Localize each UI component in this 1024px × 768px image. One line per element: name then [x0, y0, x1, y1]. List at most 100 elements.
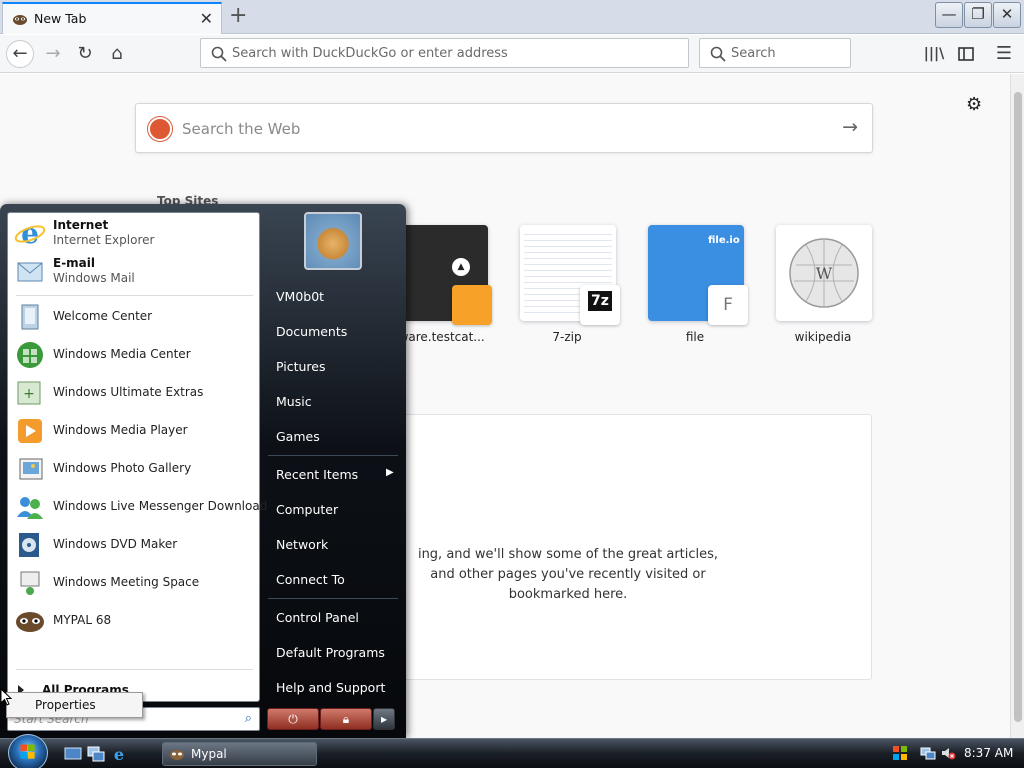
start-right-documents[interactable]: Documents: [276, 324, 347, 339]
start-item-ultimate-extras[interactable]: + Windows Ultimate Extras: [12, 375, 256, 411]
clock[interactable]: 8:37 AM: [964, 746, 1013, 760]
forward-button[interactable]: →: [39, 40, 67, 68]
mypal-icon: [170, 750, 184, 760]
start-right-music[interactable]: Music: [276, 394, 312, 409]
svg-text:e: e: [114, 745, 124, 763]
url-bar-placeholder: Search with DuckDuckGo or enter address: [232, 46, 508, 61]
start-item-meeting-space[interactable]: Windows Meeting Space: [12, 565, 256, 601]
start-item-mypal[interactable]: MYPAL 68: [12, 603, 256, 639]
search-bar-placeholder: Search: [731, 46, 776, 61]
start-item-email[interactable]: E-mail Windows Mail: [12, 253, 256, 289]
top-site-label: file: [685, 330, 705, 344]
vertical-scrollbar[interactable]: [1010, 74, 1024, 738]
start-menu: e Internet Internet Explorer E-mail Wind…: [0, 204, 406, 738]
start-item-dvd-maker[interactable]: Windows DVD Maker: [12, 527, 256, 563]
windows-update-icon[interactable]: [892, 745, 908, 761]
media-player-icon: [18, 419, 42, 443]
dvd-maker-icon: [19, 533, 39, 557]
chevron-right-icon: ▶: [386, 467, 394, 478]
mypal-icon: [16, 612, 44, 632]
messenger-icon: [17, 497, 43, 519]
start-right-user[interactable]: VM0b0t: [276, 289, 324, 304]
close-window-button[interactable]: ✕: [993, 2, 1021, 28]
show-desktop-icon[interactable]: [64, 745, 82, 763]
highlights-empty-message: ing, and we'll show some of the great ar…: [417, 547, 719, 602]
context-menu: Properties: [6, 692, 143, 718]
meeting-space-icon: [20, 571, 40, 595]
internet-explorer-icon: e: [14, 219, 46, 247]
start-item-media-player[interactable]: Windows Media Player: [12, 413, 256, 449]
search-bar[interactable]: Search: [699, 38, 851, 68]
arrow-right-icon[interactable]: →: [842, 116, 858, 138]
web-search-placeholder: Search the Web: [182, 120, 301, 138]
tab-bar: New Tab ✕ + — ❐ ✕: [0, 0, 1024, 34]
duckduckgo-icon: [148, 117, 172, 141]
network-icon[interactable]: [920, 745, 936, 761]
minimize-button[interactable]: —: [935, 2, 963, 28]
start-right-default-programs[interactable]: Default Programs: [276, 645, 385, 660]
power-button[interactable]: ⏻: [267, 708, 319, 730]
shutdown-options-button[interactable]: ▸: [373, 708, 395, 730]
menu-icon[interactable]: ☰: [990, 40, 1018, 68]
power-buttons: ⏻ 🔒︎ ▸: [267, 708, 395, 730]
start-item-internet[interactable]: e Internet Internet Explorer: [12, 215, 256, 251]
top-site-label: wikipedia: [794, 330, 852, 344]
start-button[interactable]: [8, 734, 48, 768]
restore-button[interactable]: ❐: [964, 2, 992, 28]
taskbar-item-mypal[interactable]: Mypal: [162, 742, 317, 766]
site-badge-icon: [452, 285, 492, 325]
svg-text:+: +: [23, 386, 35, 402]
user-avatar[interactable]: [304, 212, 362, 270]
url-bar[interactable]: Search with DuckDuckGo or enter address: [200, 38, 689, 68]
welcome-center-icon: [21, 304, 39, 330]
ultimate-extras-icon: +: [17, 381, 41, 405]
reload-button[interactable]: ↻: [71, 40, 99, 68]
top-site-label: 7-zip: [552, 330, 582, 344]
home-button[interactable]: ⌂: [103, 40, 131, 68]
search-icon: ⌕: [244, 711, 252, 726]
start-right-connect-to[interactable]: Connect To: [276, 572, 345, 587]
context-menu-properties[interactable]: Properties: [35, 698, 96, 712]
wikipedia-globe-icon: W: [789, 238, 859, 308]
switch-windows-icon[interactable]: [87, 745, 105, 763]
taskbar: e Mypal 8:37 AM: [0, 734, 1024, 768]
tab-title: New Tab: [34, 11, 87, 26]
site-badge-icon: F: [708, 285, 748, 325]
back-button[interactable]: ←: [6, 40, 34, 68]
start-right-network[interactable]: Network: [276, 537, 328, 552]
new-tab-button[interactable]: +: [229, 3, 247, 28]
highlights-panel: ing, and we'll show some of the great ar…: [402, 414, 872, 680]
mouse-cursor-icon: [0, 688, 12, 706]
search-icon: [710, 46, 726, 62]
start-right-help-support[interactable]: Help and Support: [276, 680, 385, 695]
start-right-pictures[interactable]: Pictures: [276, 359, 326, 374]
svg-text:e: e: [21, 219, 39, 247]
web-search-box[interactable]: Search the Web →: [135, 103, 873, 153]
start-right-computer[interactable]: Computer: [276, 502, 338, 517]
tab-new-tab[interactable]: New Tab ✕: [2, 2, 222, 34]
volume-muted-icon[interactable]: [940, 745, 956, 761]
library-icon[interactable]: |||\: [920, 40, 948, 68]
close-tab-icon[interactable]: ✕: [200, 9, 213, 28]
internet-explorer-icon[interactable]: e: [110, 745, 128, 763]
svg-text:W: W: [816, 264, 833, 283]
start-item-welcome-center[interactable]: Welcome Center: [12, 299, 256, 335]
start-item-media-center[interactable]: Windows Media Center: [12, 337, 256, 373]
start-item-messenger-download[interactable]: Windows Live Messenger Download: [12, 489, 267, 525]
system-tray: 8:37 AM: [880, 739, 1024, 768]
photo-gallery-icon: [19, 458, 43, 480]
start-right-recent-items[interactable]: Recent Items ▶: [276, 467, 394, 482]
start-menu-programs-pane: e Internet Internet Explorer E-mail Wind…: [7, 212, 267, 702]
top-site-tile[interactable]: W: [776, 225, 872, 321]
windows-logo-icon: [20, 744, 35, 759]
lock-button[interactable]: 🔒︎: [320, 708, 372, 730]
media-center-icon: [17, 342, 43, 368]
start-right-control-panel[interactable]: Control Panel: [276, 610, 359, 625]
seven-zip-icon: 7z: [580, 285, 620, 325]
start-right-games[interactable]: Games: [276, 429, 320, 444]
mypal-icon: [13, 15, 27, 25]
search-icon: [211, 46, 227, 62]
gear-icon[interactable]: ⚙: [966, 94, 982, 115]
start-item-photo-gallery[interactable]: Windows Photo Gallery: [12, 451, 256, 487]
sidebar-icon[interactable]: [952, 40, 980, 68]
